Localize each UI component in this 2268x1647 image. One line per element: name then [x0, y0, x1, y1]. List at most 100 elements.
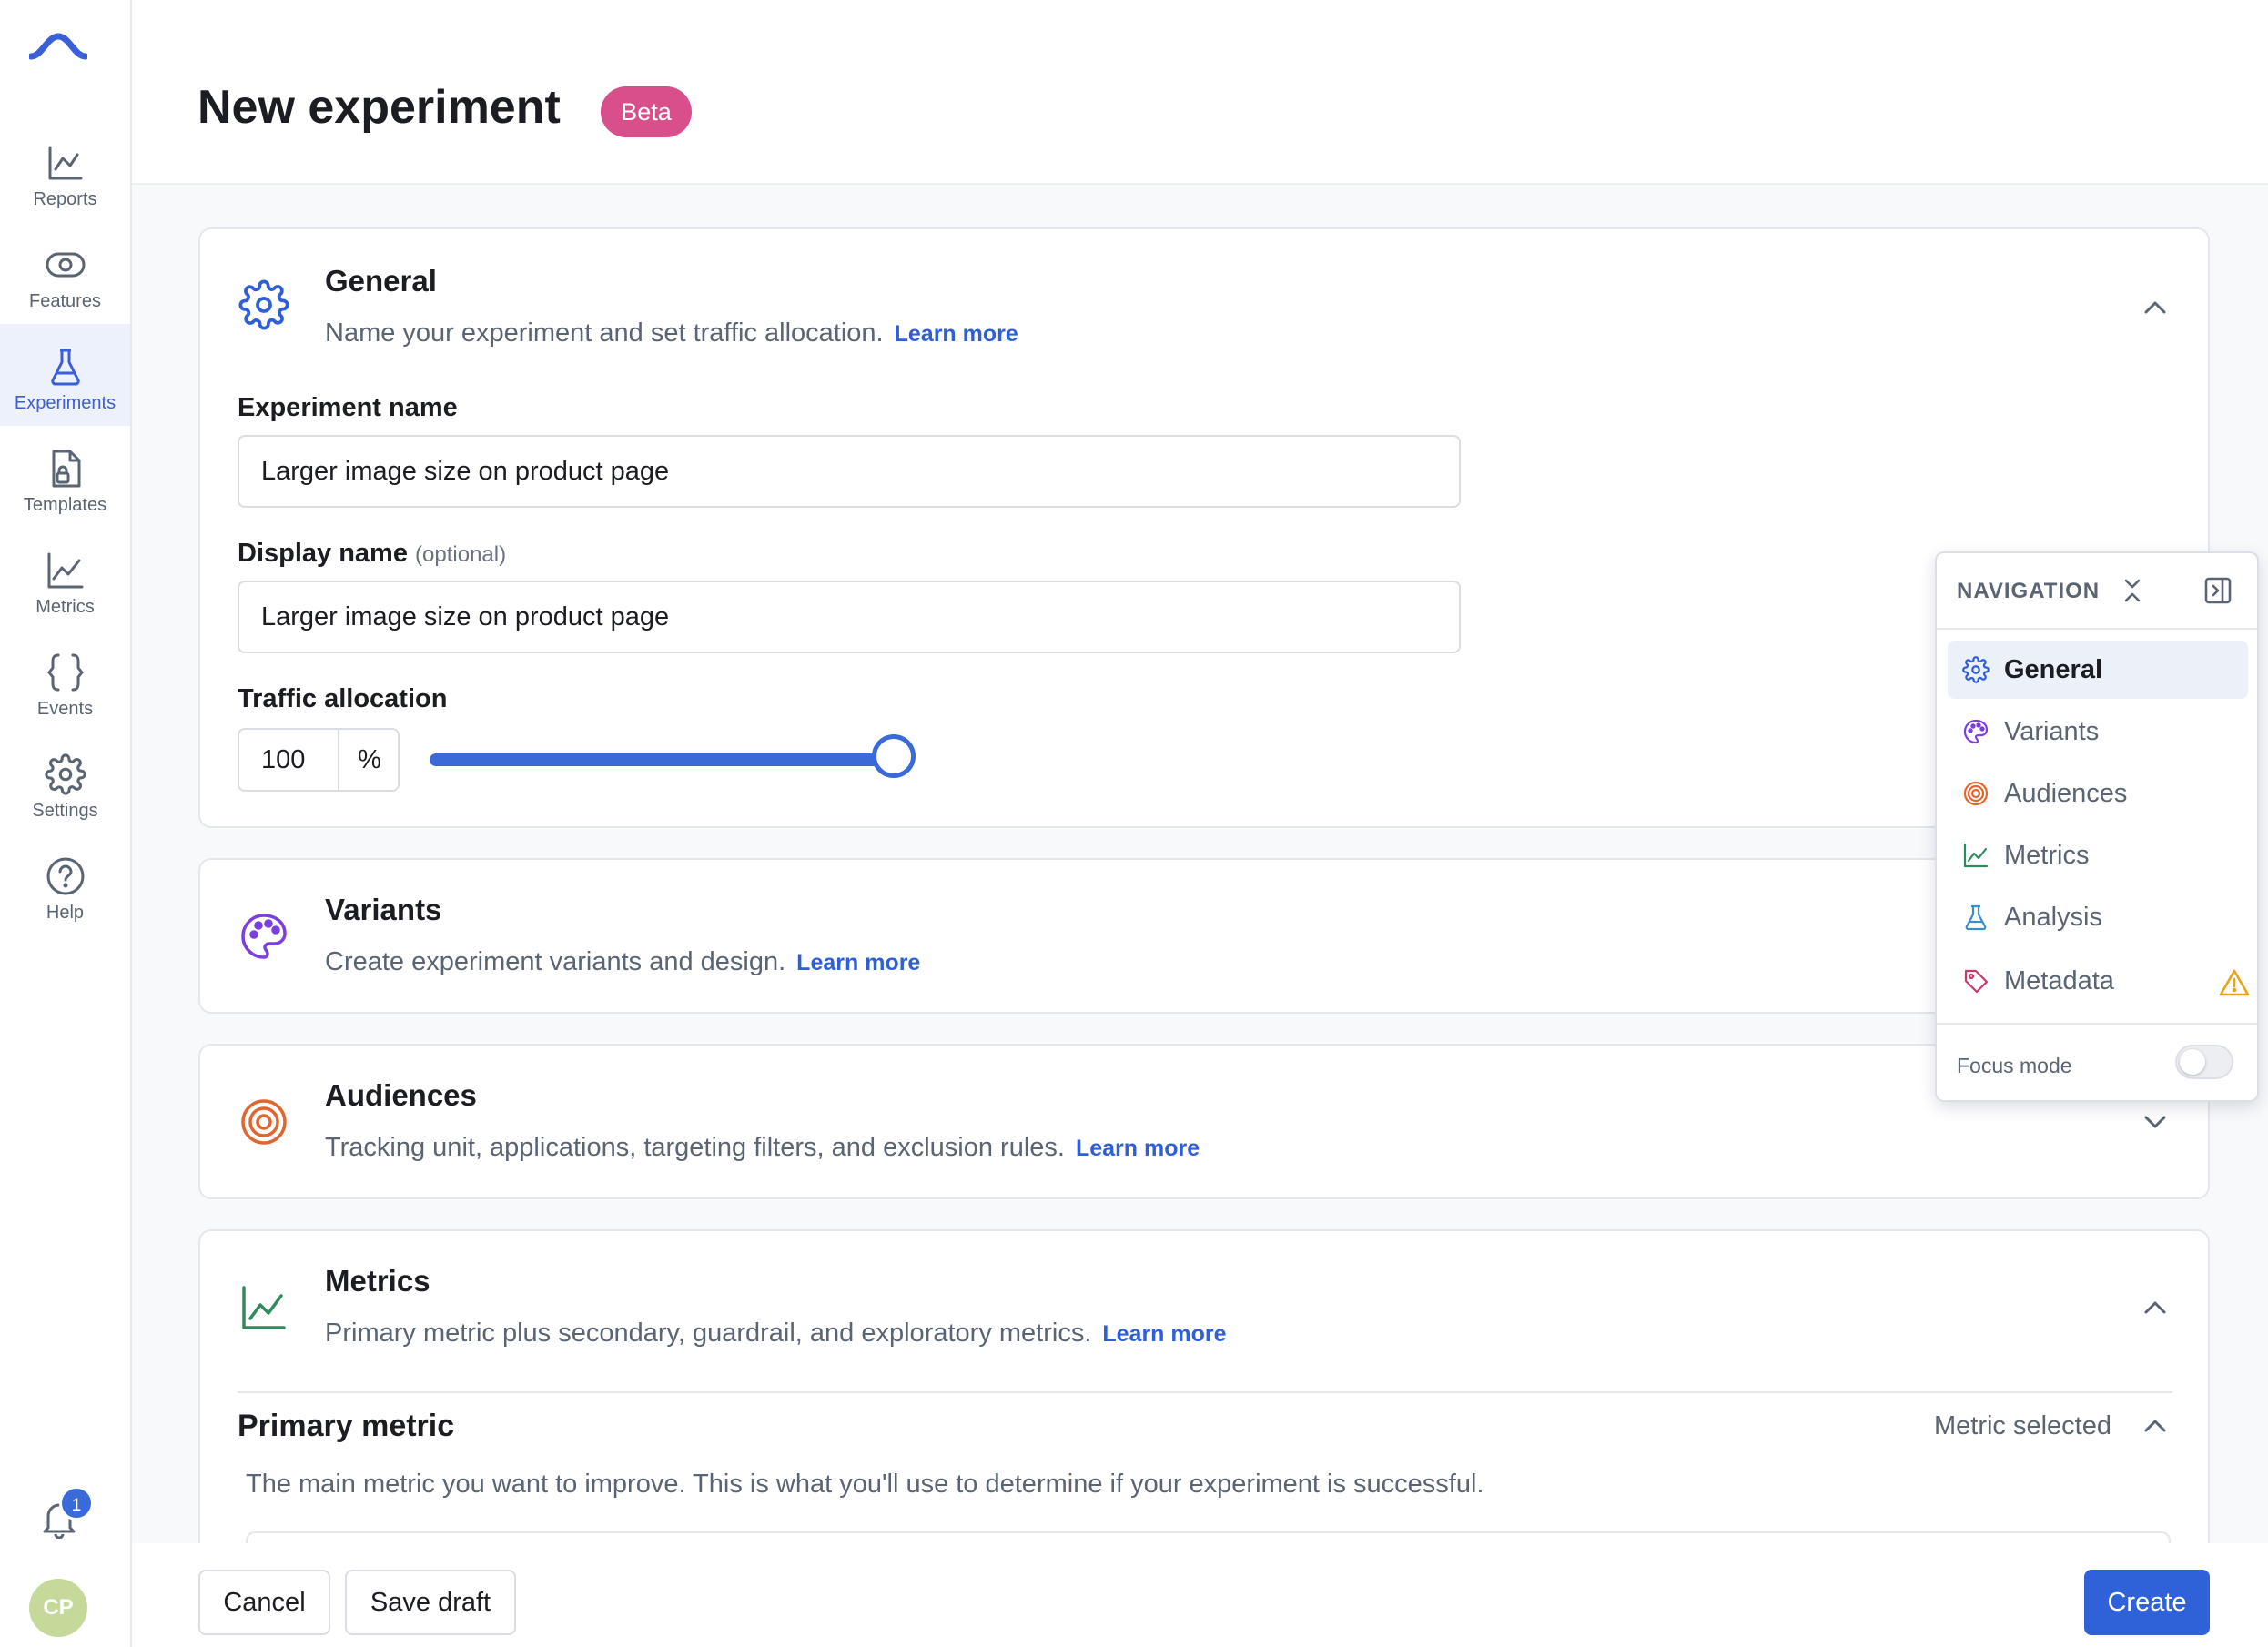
- traffic-value[interactable]: 100: [261, 730, 305, 790]
- collapse-icon[interactable]: [2117, 575, 2148, 606]
- target-icon: [1963, 781, 1989, 806]
- target-icon: [241, 1099, 287, 1145]
- divider: [1937, 628, 2257, 630]
- divider: [1937, 1023, 2257, 1025]
- description-text: Tracking unit, applications, targeting f…: [325, 1133, 1065, 1162]
- section-title: General: [325, 264, 437, 298]
- sidebar-item-label: Experiments: [14, 393, 116, 413]
- palette-icon: [1963, 719, 1989, 744]
- gear-icon: [1962, 656, 1990, 683]
- nav-item-analysis[interactable]: Analysis: [1948, 888, 2248, 946]
- traffic-allocation-label: Traffic allocation: [238, 684, 448, 713]
- reports-icon: [48, 146, 82, 180]
- chevron-up-icon[interactable]: [2139, 1291, 2172, 1324]
- save-draft-button[interactable]: Save draft: [345, 1570, 516, 1635]
- section-title: Metrics: [325, 1264, 430, 1298]
- primary-metric-status: Metric selected: [1933, 1411, 2111, 1440]
- section-description: Name your experiment and set traffic all…: [325, 318, 1018, 349]
- sidebar-item-experiments[interactable]: Experiments: [0, 324, 130, 426]
- audiences-section: Audiences Tracking unit, applications, t…: [198, 1044, 2210, 1199]
- gear-icon: [238, 279, 289, 330]
- display-name-input[interactable]: Larger image size on product page: [238, 581, 1461, 653]
- traffic-slider-handle[interactable]: [872, 734, 916, 778]
- avatar[interactable]: CP: [29, 1579, 87, 1637]
- tag-icon: [1964, 969, 1989, 994]
- focus-mode-toggle[interactable]: [2175, 1045, 2233, 1079]
- sidebar-item-help[interactable]: Help: [0, 834, 130, 935]
- toggle-knob: [2180, 1049, 2205, 1075]
- sidebar-item-label: Features: [29, 291, 101, 311]
- chevron-up-icon[interactable]: [2139, 1410, 2172, 1442]
- navigation-panel: NAVIGATION General Variants Audiences Me…: [1935, 551, 2259, 1102]
- divider: [238, 1391, 2172, 1393]
- dock-panel-icon[interactable]: [2202, 575, 2233, 606]
- nav-item-audiences[interactable]: Audiences: [1948, 764, 2248, 823]
- sidebar-item-label: Metrics: [35, 597, 95, 617]
- sidebar-item-settings[interactable]: Settings: [0, 732, 130, 834]
- section-title: Audiences: [325, 1078, 477, 1112]
- cancel-button[interactable]: Cancel: [198, 1570, 330, 1635]
- nav-item-label: Metrics: [2004, 841, 2090, 870]
- chevron-up-icon[interactable]: [2139, 291, 2172, 324]
- nav-item-metrics[interactable]: Metrics: [1948, 826, 2248, 884]
- sidebar-item-features[interactable]: Features: [0, 222, 130, 324]
- logo-icon[interactable]: [29, 33, 87, 60]
- general-section: General Name your experiment and set tra…: [198, 227, 2210, 828]
- learn-more-link[interactable]: Learn more: [796, 950, 920, 975]
- nav-item-label: Audiences: [2004, 779, 2128, 808]
- primary-metric-description: The main metric you want to improve. Thi…: [246, 1470, 1484, 1499]
- display-name-label: Display name (optional): [238, 539, 506, 569]
- sidebar: Reports Features Experiments Templates M…: [0, 0, 132, 1647]
- primary-metric-title: Primary metric: [238, 1409, 455, 1443]
- sidebar-item-reports[interactable]: Reports: [0, 120, 130, 222]
- section-description: Tracking unit, applications, targeting f…: [325, 1133, 1200, 1163]
- traffic-slider-track[interactable]: [430, 753, 894, 766]
- description-text: Create experiment variants and design.: [325, 947, 786, 976]
- sidebar-item-metrics[interactable]: Metrics: [0, 528, 130, 630]
- description-text: Name your experiment and set traffic all…: [325, 318, 884, 348]
- learn-more-link[interactable]: Learn more: [1102, 1321, 1226, 1347]
- section-description: Create experiment variants and design. Le…: [325, 947, 920, 977]
- nav-item-label: Variants: [2004, 717, 2100, 746]
- optional-tag: (optional): [415, 542, 507, 567]
- focus-mode-label: Focus mode: [1957, 1054, 2072, 1077]
- sidebar-item-label: Templates: [23, 495, 107, 515]
- warning-icon: [2219, 969, 2250, 996]
- display-name-label-text: Display name: [238, 539, 408, 568]
- nav-item-general[interactable]: General: [1948, 641, 2248, 699]
- learn-more-link[interactable]: Learn more: [895, 321, 1018, 347]
- sidebar-item-label: Events: [36, 699, 94, 719]
- traffic-unit: %: [338, 730, 400, 790]
- metrics-icon: [1963, 843, 1989, 868]
- nav-item-label: General: [2004, 655, 2102, 684]
- sidebar-item-templates[interactable]: Templates: [0, 426, 130, 528]
- palette-icon: [241, 914, 287, 959]
- features-icon: [46, 252, 85, 278]
- traffic-allocation-input[interactable]: 100 %: [238, 728, 400, 792]
- page-header: New experiment Beta: [132, 0, 2268, 185]
- sidebar-item-label: Help: [46, 903, 85, 923]
- sidebar-item-label: Reports: [33, 189, 97, 209]
- nav-item-label: Analysis: [2004, 903, 2102, 932]
- metrics-icon: [242, 1286, 286, 1329]
- learn-more-link[interactable]: Learn more: [1076, 1136, 1200, 1161]
- sidebar-item-events[interactable]: Events: [0, 630, 130, 732]
- experiment-name-input[interactable]: Larger image size on product page: [238, 435, 1461, 508]
- chevron-down-icon[interactable]: [2139, 1106, 2172, 1138]
- create-button[interactable]: Create: [2084, 1570, 2210, 1635]
- flask-icon: [50, 349, 80, 386]
- nav-item-variants[interactable]: Variants: [1948, 702, 2248, 761]
- nav-item-metadata[interactable]: Metadata: [1948, 952, 2250, 1010]
- nav-item-label: Metadata: [2004, 966, 2114, 995]
- experiment-name-label: Experiment name: [238, 393, 458, 422]
- navigation-heading: NAVIGATION: [1957, 579, 2101, 603]
- footer-bar: Cancel Save draft Create: [132, 1543, 2268, 1647]
- beta-badge: Beta: [601, 86, 692, 137]
- gear-icon: [44, 753, 86, 795]
- help-icon: [46, 857, 84, 895]
- braces-icon: [46, 653, 84, 692]
- flask-icon: [1965, 904, 1987, 931]
- templates-icon: [52, 450, 80, 488]
- notification-badge: 1: [59, 1486, 94, 1521]
- metrics-icon: [47, 552, 83, 589]
